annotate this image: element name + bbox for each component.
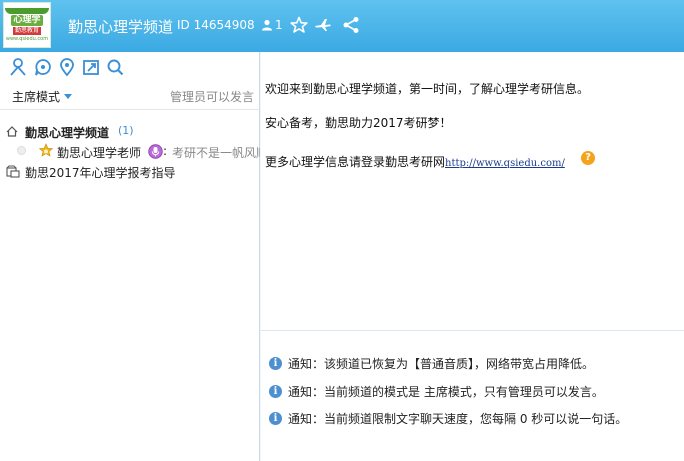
- tree-item-root-channel[interactable]: 勤思心理学频道 (1): [0, 121, 260, 141]
- channel-title: 勤思心理学频道: [68, 18, 174, 36]
- announcement-line-3: 更多心理学信息请登录勤思考研网http://www.qsiedu.com/: [265, 153, 565, 170]
- notice-item: i 通知：当前频道的模式是 主席模式，只有管理员可以发言。: [269, 383, 604, 400]
- notice-text: 通知：当前频道限制文字聊天速度，您每隔 0 秒可以说一句话。: [288, 412, 628, 426]
- tree-item-user[interactable]: 勤思心理学老师 : 考研不是一帆风顺: [0, 141, 260, 161]
- info-icon: i: [269, 412, 282, 425]
- chevron-down-icon[interactable]: [64, 94, 72, 99]
- notice-text: 通知：当前频道的模式是 主席模式，只有管理员可以发言。: [288, 385, 604, 399]
- info-icon: i: [269, 385, 282, 398]
- channel-id: ID 14654908: [177, 18, 255, 32]
- plane-icon[interactable]: [313, 15, 333, 35]
- info-icon: i: [269, 357, 282, 370]
- help-icon[interactable]: ?: [581, 151, 595, 165]
- left-toolbar: [0, 52, 260, 82]
- star-icon[interactable]: [289, 15, 309, 35]
- logo-text-brand: 勤思教育: [12, 26, 41, 35]
- notice-text: 通知：该频道已恢复为【普通音质】，网络带宽占用降低。: [288, 357, 595, 371]
- subchannel-name: 勤思2017年心理学报考指导: [25, 166, 176, 180]
- mode-bar: 主席模式 管理员可以发言: [0, 82, 260, 110]
- person-icon[interactable]: [8, 57, 28, 77]
- microphone-badge-icon: [148, 144, 163, 159]
- tree-item-subchannel[interactable]: 勤思2017年心理学报考指导: [0, 161, 260, 181]
- notice-item: i 通知：当前频道限制文字聊天速度，您每隔 0 秒可以说一句话。: [269, 410, 627, 427]
- user-icon: [262, 19, 272, 31]
- location-pin-icon[interactable]: [57, 57, 77, 77]
- announcement-line-3-text: 更多心理学信息请登录勤思考研网: [265, 155, 446, 169]
- header-bar: 心理学 勤思教育 www.qsiedu.com 勤思心理学频道 ID 14654…: [0, 0, 684, 52]
- logo-text-url: www.qsiedu.com: [5, 35, 49, 42]
- chat-bubble-icon[interactable]: [33, 57, 53, 77]
- logo-arc: [5, 7, 49, 14]
- user-nickname: 勤思心理学老师: [57, 146, 142, 160]
- website-link[interactable]: http://www.qsiedu.com/: [445, 158, 565, 169]
- export-icon[interactable]: [81, 57, 101, 77]
- root-channel-count: (1): [118, 124, 134, 137]
- chair-admin-icon: [38, 143, 54, 157]
- announcement-panel: 欢迎来到勤思心理学频道，第一时间，了解心理学考研信息。 安心备考，勤思助力201…: [261, 52, 684, 330]
- share-icon[interactable]: [341, 15, 361, 35]
- root-channel-name: 勤思心理学频道: [25, 126, 110, 140]
- notice-panel: i 通知：该频道已恢复为【普通音质】，网络带宽占用降低。 i 通知：当前频道的模…: [261, 330, 684, 461]
- online-user-count[interactable]: 1: [261, 18, 283, 32]
- mode-description: 管理员可以发言: [169, 90, 254, 104]
- channel-tree-panel: 主席模式 管理员可以发言 勤思心理学频道 (1) 勤思心理学老师: 考研不是一…: [0, 52, 260, 461]
- logo-text-main: 心理学: [11, 14, 43, 26]
- subchannel-icon: [6, 165, 20, 178]
- user-status-text: 考研不是一帆风顺: [172, 146, 260, 160]
- user-status-dot: [17, 146, 26, 155]
- home-icon: [6, 126, 18, 137]
- user-count-value: 1: [275, 18, 283, 32]
- mode-selector[interactable]: 主席模式: [12, 88, 60, 105]
- search-icon[interactable]: [105, 57, 125, 77]
- channel-logo: 心理学 勤思教育 www.qsiedu.com: [3, 2, 51, 48]
- notice-item: i 通知：该频道已恢复为【普通音质】，网络带宽占用降低。: [269, 355, 594, 372]
- user-status-colon: :: [163, 144, 168, 158]
- announcement-line-2: 安心备考，勤思助力2017考研梦！: [265, 116, 452, 130]
- announcement-line-1: 欢迎来到勤思心理学频道，第一时间，了解心理学考研信息。: [265, 82, 590, 96]
